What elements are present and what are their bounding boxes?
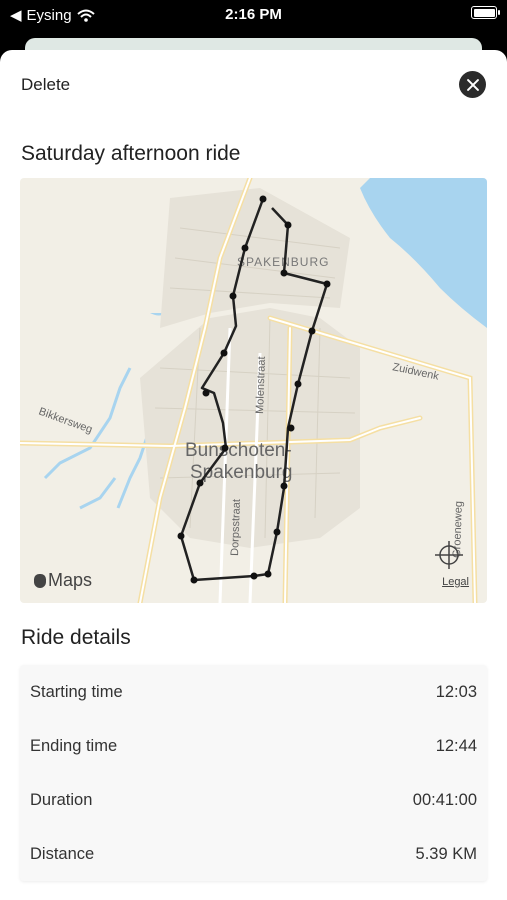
- detail-label: Ending time: [30, 737, 118, 755]
- detail-value: 00:41:00: [412, 791, 477, 809]
- delete-button[interactable]: Delete: [21, 75, 70, 95]
- lake-water: [360, 178, 487, 328]
- ride-detail-sheet: Delete Saturday afternoon ride SPAKENBUR…: [0, 50, 507, 900]
- detail-label: Duration: [30, 791, 93, 809]
- street-label-dorpsstraat: Dorpsstraat: [229, 499, 243, 556]
- street-label-molenstraat: Molenstraat: [254, 356, 268, 414]
- route-map[interactable]: SPAKENBURG Bunschoten- Spakenburg Zuidwe…: [20, 178, 487, 603]
- ride-details-list: Starting time 12:03 Ending time 12:44 Du…: [20, 665, 487, 881]
- ride-title: Saturday afternoon ride: [21, 142, 241, 165]
- detail-label: Starting time: [30, 683, 123, 701]
- map-label-bunschoten: Bunschoten-: [185, 440, 292, 461]
- map-label-spakenburg: SPAKENBURG: [237, 255, 329, 269]
- detail-row-starting-time: Starting time 12:03: [20, 665, 487, 719]
- location-crosshair-icon[interactable]: [434, 540, 464, 570]
- apple-logo-icon: [34, 573, 46, 588]
- battery-icon: [471, 6, 500, 19]
- detail-row-duration: Duration 00:41:00: [20, 773, 487, 827]
- maps-label: Maps: [48, 570, 93, 590]
- detail-value: 5.39 KM: [415, 845, 477, 863]
- ride-details-heading: Ride details: [21, 626, 131, 649]
- detail-row-ending-time: Ending time 12:44: [20, 719, 487, 773]
- map-label-spakenburg-city: Spakenburg: [190, 462, 292, 483]
- detail-row-distance: Distance 5.39 KM: [20, 827, 487, 881]
- clock: 2:16 PM: [225, 6, 282, 23]
- legal-link[interactable]: Legal: [442, 576, 469, 588]
- close-icon[interactable]: [459, 71, 486, 98]
- detail-value: 12:44: [435, 737, 477, 755]
- detail-label: Distance: [30, 845, 95, 863]
- status-bar: ◀ Eysing 2:16 PM: [0, 0, 507, 30]
- detail-value: 12:03: [435, 683, 477, 701]
- street-label-bikkersweg: Bikkersweg: [37, 406, 94, 437]
- apple-maps-logo: Maps: [34, 570, 92, 591]
- map-canvas: SPAKENBURG Bunschoten- Spakenburg Zuidwe…: [20, 178, 487, 603]
